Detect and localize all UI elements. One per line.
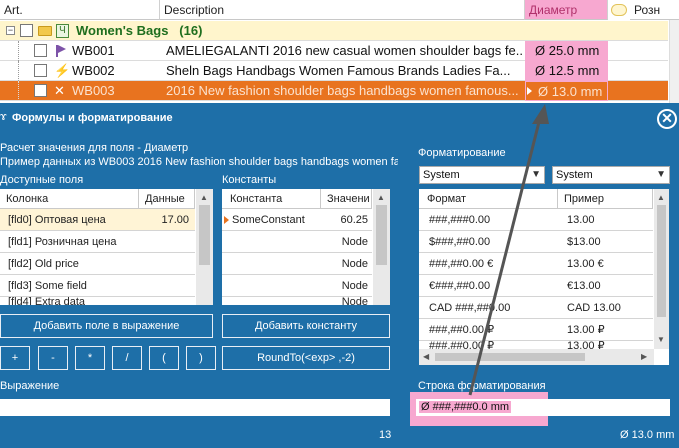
scroll-right-icon[interactable]: ▶: [641, 352, 647, 361]
format-row[interactable]: ###,##0.00 ₽13.00 ₽: [419, 341, 653, 349]
row-indicator-icon: [527, 87, 532, 95]
constant-row[interactable]: Node: [222, 231, 372, 253]
row-indicator-icon: [224, 216, 229, 224]
constants-table: Константа Значени SomeConstant 60.25 Nod…: [222, 189, 390, 305]
add-constant-button[interactable]: Добавить константу: [222, 314, 390, 338]
description-cell: 2016 New fashion shoulder bags handbags …: [166, 83, 519, 98]
format-row[interactable]: ###,###0.00 13.00: [419, 209, 653, 231]
column-header-example[interactable]: Пример: [557, 189, 653, 209]
table-row-selected[interactable]: ✕ WB003 2016 New fashion shoulder bags h…: [0, 81, 668, 101]
scroll-left-icon[interactable]: ◀: [423, 352, 429, 361]
table-row[interactable]: ⚡ WB002 Sheln Bags Handbags Women Famous…: [0, 61, 668, 81]
minus-button[interactable]: -: [38, 346, 68, 370]
expression-input[interactable]: [0, 399, 390, 416]
scroll-up-icon[interactable]: ▲: [657, 193, 665, 202]
available-fields-table: Колонка Данные [fld0] Оптовая цена 17.00…: [0, 189, 213, 305]
formatting-title: Форматирование: [418, 147, 506, 159]
formats-table: Формат Пример ###,###0.00 13.00 $###,##0.…: [419, 189, 669, 365]
diameter-cell: Ø 13.0 mm: [525, 81, 608, 101]
column-header-art[interactable]: Art.: [0, 0, 160, 20]
table-row[interactable]: WB001 AMELIEGALANTI 2016 new casual wome…: [0, 41, 668, 61]
format-row[interactable]: €###,##0.00 €13.00: [419, 275, 653, 297]
constant-row[interactable]: Node: [222, 253, 372, 275]
column-header-description[interactable]: Description: [160, 0, 525, 20]
grid-scrollbar[interactable]: [669, 20, 679, 110]
lightning-icon: ⚡: [54, 63, 71, 78]
constant-row[interactable]: SomeConstant 60.25: [222, 209, 372, 231]
column-header-constant[interactable]: Константа: [230, 189, 282, 209]
format-row[interactable]: ###,##0.00 ₽13.00 ₽: [419, 319, 653, 341]
field-row[interactable]: [fld3] Some field: [0, 275, 195, 297]
row-checkbox[interactable]: [34, 44, 47, 57]
format-row[interactable]: ###,##0.00 €13.00 €: [419, 253, 653, 275]
format-string-label: Строка форматирования: [418, 380, 546, 392]
field-row[interactable]: [fld0] Оптовая цена 17.00: [0, 209, 195, 231]
art-cell: WB002: [72, 63, 115, 78]
close-icon[interactable]: ✕: [657, 109, 677, 129]
column-header-name[interactable]: Колонка: [6, 189, 48, 209]
art-cell: WB003: [72, 83, 115, 98]
sample-label: Пример данных из WB003 2016 New fashion …: [0, 156, 398, 168]
field-row[interactable]: [fld1] Розничная цена: [0, 231, 195, 253]
column-header-data[interactable]: Данные: [138, 189, 195, 209]
format-string-input[interactable]: Ø ###,###0.0 mm: [416, 399, 670, 416]
formula-dialog: ɤ Формулы и форматирование ✕ Расчет знач…: [0, 103, 679, 448]
row-checkbox[interactable]: [34, 84, 47, 97]
add-field-button[interactable]: Добавить поле в выражение: [0, 314, 213, 338]
category-icon: Ч: [56, 24, 69, 38]
scroll-down-icon[interactable]: ▼: [657, 335, 665, 344]
group-row[interactable]: − Ч Women's Bags (16): [0, 21, 668, 41]
format-string-text: Ø ###,###0.0 mm: [419, 401, 512, 413]
scroll-up-icon[interactable]: ▲: [200, 193, 208, 202]
field-row[interactable]: [fld2] Old price: [0, 253, 195, 275]
description-cell: Sheln Bags Handbags Women Famous Brands …: [166, 63, 511, 78]
expression-label: Выражение: [0, 380, 60, 392]
formats-vscrollbar[interactable]: ▲ ▼: [654, 189, 669, 349]
chevron-down-icon: ▼: [656, 169, 666, 180]
multiply-button[interactable]: *: [75, 346, 105, 370]
column-header-diameter[interactable]: Диаметр: [525, 0, 608, 20]
constants-scrollbar[interactable]: ▲: [373, 189, 390, 305]
format-preview: Ø 13.0 mm: [620, 429, 675, 441]
link-icon: [611, 4, 627, 16]
right-paren-button[interactable]: ): [186, 346, 216, 370]
format-type-select[interactable]: System ▼: [552, 166, 670, 184]
diameter-cell: Ø 12.5 mm: [525, 61, 608, 81]
constant-row[interactable]: Node: [222, 297, 372, 305]
description-cell: AMELIEGALANTI 2016 new casual women shou…: [166, 43, 522, 58]
no-tools-icon: ✕: [54, 83, 65, 98]
products-grid: Art. Description Диаметр Розн − Ч Women'…: [0, 0, 679, 110]
diameter-cell: Ø 25.0 mm: [525, 41, 608, 61]
chevron-down-icon: ▼: [531, 169, 541, 180]
format-row[interactable]: CAD ###,##0.00 CAD 13.00: [419, 297, 653, 319]
column-header-roz[interactable]: Розн: [630, 0, 679, 20]
available-fields-title: Доступные поля: [0, 174, 84, 186]
dialog-title: Формулы и форматирование: [12, 112, 173, 124]
format-culture-select[interactable]: System ▼: [419, 166, 545, 184]
calc-label: Расчет значения для поля - Диаметр: [0, 142, 189, 154]
divide-button[interactable]: /: [112, 346, 142, 370]
constant-row[interactable]: Node: [222, 275, 372, 297]
format-row[interactable]: $###,##0.00 $13.00: [419, 231, 653, 253]
row-checkbox[interactable]: [34, 64, 47, 77]
expression-length: 13: [379, 429, 392, 441]
art-cell: WB001: [72, 43, 115, 58]
formats-hscrollbar[interactable]: ◀ ▶: [419, 349, 654, 365]
collapse-icon[interactable]: −: [6, 26, 15, 35]
field-row[interactable]: [fld4] Extra data: [0, 297, 195, 305]
scroll-up-icon[interactable]: ▲: [377, 193, 385, 202]
column-header-value[interactable]: Значени: [320, 189, 372, 209]
column-header-format[interactable]: Формат: [427, 189, 466, 209]
folder-icon: [38, 26, 52, 36]
group-checkbox[interactable]: [20, 24, 33, 37]
constants-title: Константы: [222, 174, 277, 186]
group-label: Women's Bags (16): [76, 23, 203, 38]
app-icon: ɤ: [0, 111, 7, 123]
left-paren-button[interactable]: (: [149, 346, 179, 370]
fields-scrollbar[interactable]: ▲: [196, 189, 213, 305]
plus-button[interactable]: +: [0, 346, 30, 370]
round-button[interactable]: RoundTo(<exp> ,-2): [222, 346, 390, 370]
